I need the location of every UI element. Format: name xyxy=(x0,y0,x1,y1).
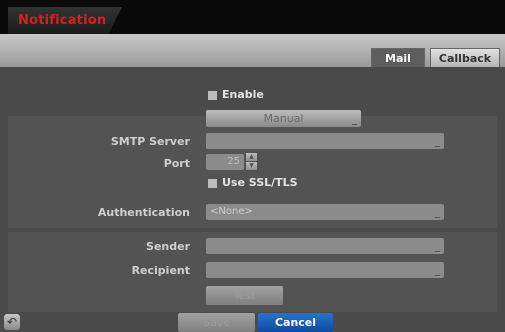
notification-dialog: Notification Mail Callback Enable Manual… xyxy=(0,0,505,332)
sender-field[interactable] xyxy=(206,238,444,254)
authentication-dropdown[interactable]: <None> xyxy=(206,204,444,220)
dropdown-arrow-icon xyxy=(352,124,357,125)
enable-checkbox[interactable] xyxy=(208,91,217,100)
dropdown-arrow-icon xyxy=(435,217,440,218)
spin-up-icon[interactable]: ▲ xyxy=(246,153,257,161)
port-value: 25 xyxy=(227,156,240,167)
port-field[interactable]: 25 xyxy=(206,154,244,170)
mode-dropdown-value: Manual xyxy=(263,112,304,125)
test-button[interactable]: Test xyxy=(206,286,283,305)
field-edit-icon xyxy=(435,146,440,147)
smtp-server-field[interactable] xyxy=(206,133,444,149)
sender-label: Sender xyxy=(146,240,190,253)
window-title: Notification xyxy=(18,13,107,28)
cancel-button[interactable]: Cancel xyxy=(258,313,333,332)
enable-label: Enable xyxy=(222,88,264,101)
field-edit-icon xyxy=(435,275,440,276)
port-label: Port xyxy=(163,157,190,170)
smtp-server-label: SMTP Server xyxy=(110,135,190,148)
title-bar: Notification xyxy=(0,0,505,34)
mode-dropdown[interactable]: Manual xyxy=(206,110,361,127)
tab-mail[interactable]: Mail xyxy=(371,48,425,67)
spin-down-icon[interactable]: ▼ xyxy=(246,162,257,170)
tab-callback[interactable]: Callback xyxy=(430,48,500,67)
authentication-value: <None> xyxy=(210,206,253,217)
save-button[interactable]: Save xyxy=(178,313,255,332)
port-spinner: ▲ ▼ xyxy=(246,153,257,170)
use-ssl-label: Use SSL/TLS xyxy=(222,176,298,189)
recipient-field[interactable] xyxy=(206,262,444,278)
authentication-label: Authentication xyxy=(97,206,190,219)
use-ssl-checkbox[interactable] xyxy=(208,179,217,188)
field-edit-icon xyxy=(435,251,440,252)
recipient-label: Recipient xyxy=(131,264,190,277)
back-arrow-icon[interactable]: ↶ xyxy=(4,314,20,330)
